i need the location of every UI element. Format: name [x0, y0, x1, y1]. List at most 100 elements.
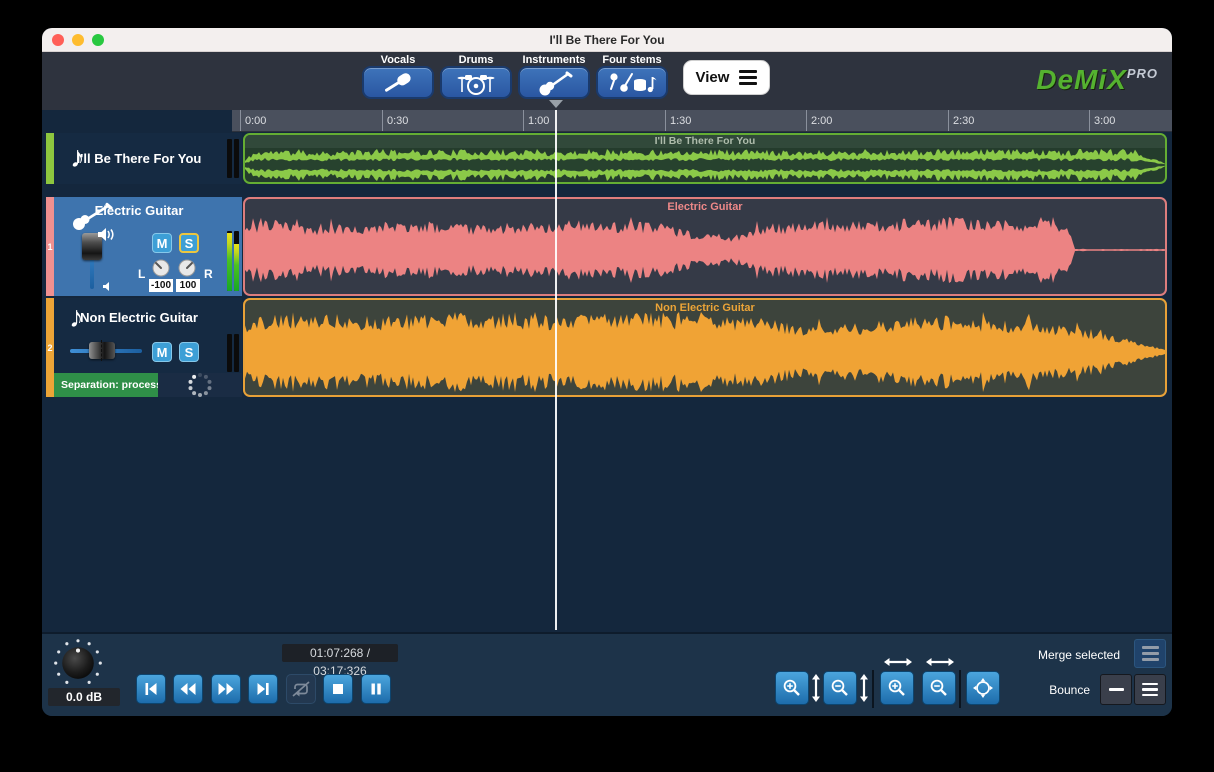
pan-right-value[interactable]: 100: [176, 279, 200, 292]
time-ruler[interactable]: 0:00 0:30 1:00 1:30 2:00 2:30 3:00: [232, 110, 1172, 132]
master-volume-knob[interactable]: [50, 638, 106, 690]
mute-button[interactable]: M: [152, 342, 172, 362]
vertical-arrows-icon: [859, 674, 869, 702]
clip-mix[interactable]: I'll Be There For You: [243, 133, 1167, 184]
skip-to-start-icon: [143, 681, 159, 697]
waveform-electric-guitar: [245, 199, 1165, 294]
view-button-label: View: [696, 69, 730, 86]
clip-electric-guitar[interactable]: Electric Guitar: [243, 197, 1167, 296]
mute-button[interactable]: M: [152, 233, 172, 253]
track-title: I'll Be There For You: [60, 151, 218, 166]
zoom-out-vertical-button[interactable]: [823, 671, 857, 705]
rewind-button[interactable]: [173, 674, 203, 704]
pan-left-label: L: [138, 267, 145, 281]
microphone-icon: [378, 70, 418, 96]
track-header-non-electric-guitar[interactable]: 2 ♪ Non Electric Guitar M S Separation: …: [46, 298, 242, 397]
playhead-line[interactable]: [555, 110, 557, 630]
ruler-tick: 0:30: [382, 110, 408, 131]
level-meter-left: [227, 334, 232, 372]
playhead-marker[interactable]: [549, 100, 563, 108]
view-button[interactable]: View: [683, 60, 770, 95]
speaker-quiet-icon: [102, 281, 115, 292]
ruler-tick: 1:00: [523, 110, 549, 131]
clip-label: I'll Be There For You: [245, 135, 1165, 148]
single-stem-icon: [1109, 688, 1124, 691]
merge-icon: [1142, 646, 1159, 649]
app-window: I'll Be There For You Vocals Drums: [42, 28, 1172, 716]
track-header-mix[interactable]: ♪ I'll Be There For You: [46, 133, 242, 184]
pause-button[interactable]: [361, 674, 391, 704]
zoom-in-icon: [782, 678, 802, 698]
four-stems-icon: [606, 70, 658, 96]
logo-text: DeMiX: [1036, 64, 1127, 95]
stem-label-four-stems: Four stems: [586, 54, 678, 66]
level-meter-right: [234, 139, 239, 178]
four-stems-button[interactable]: [596, 66, 668, 99]
timeline-workspace: 0:00 0:30 1:00 1:30 2:00 2:30 3:00 ♪ I'l…: [42, 110, 1172, 632]
spinner-icon: [186, 372, 214, 398]
level-meter-right: [234, 231, 239, 291]
fast-forward-icon: [217, 681, 235, 697]
ruler-tick: 3:00: [1089, 110, 1115, 131]
all-stems-icon: [1142, 683, 1158, 686]
speaker-loud-icon: [97, 227, 115, 242]
stop-icon: [331, 682, 345, 696]
bounce-all-button[interactable]: [1134, 674, 1166, 705]
clip-label: Non Electric Guitar: [245, 302, 1165, 314]
clip-non-electric-guitar[interactable]: Non Electric Guitar: [243, 298, 1167, 397]
slider-center-mark: [101, 340, 102, 361]
drums-button[interactable]: [440, 66, 512, 99]
loop-button[interactable]: [286, 674, 316, 704]
app-logo: DeMiXPRO: [1036, 64, 1158, 96]
instruments-button[interactable]: [518, 66, 590, 99]
volume-slider-knob[interactable]: [89, 342, 115, 359]
separation-status-panel: [158, 373, 242, 397]
pan-right-knob[interactable]: [178, 259, 196, 277]
horizontal-arrows-icon: [884, 657, 912, 667]
time-display: 01:07:268 / 03:17:326: [282, 644, 398, 662]
transport-bar: 0.0 dB 01:07:268 / 03:17:326: [42, 632, 1172, 716]
waveform-non-electric-guitar: [245, 300, 1165, 395]
bounce-single-button[interactable]: [1100, 674, 1132, 705]
track-number: 1: [46, 242, 54, 252]
vertical-arrows-icon: [811, 674, 821, 702]
fast-forward-button[interactable]: [211, 674, 241, 704]
vocals-button[interactable]: [362, 66, 434, 99]
solo-button[interactable]: S: [179, 342, 199, 362]
divider: [872, 670, 874, 708]
track-color-strip: [46, 133, 54, 184]
loop-off-icon: [291, 680, 311, 698]
toolbar: Vocals Drums Instruments: [42, 52, 1172, 110]
skip-to-end-button[interactable]: [248, 674, 278, 704]
zoom-in-icon: [887, 678, 907, 698]
logo-suffix: PRO: [1127, 66, 1158, 81]
zoom-in-horizontal-button[interactable]: [880, 671, 914, 705]
solo-button[interactable]: S: [179, 233, 199, 253]
level-meter-left: [227, 231, 232, 291]
track-number: 2: [46, 343, 54, 353]
stop-button[interactable]: [323, 674, 353, 704]
pan-left-value[interactable]: -100: [149, 279, 173, 292]
guitar-icon: [534, 70, 574, 96]
bounce-label: Bounce: [972, 683, 1090, 697]
pan-right-label: R: [204, 267, 213, 281]
window-title: I'll Be There For You: [42, 28, 1172, 52]
ruler-tick: 0:00: [240, 110, 266, 131]
merge-selected-button[interactable]: [1134, 639, 1166, 668]
skip-to-start-button[interactable]: [136, 674, 166, 704]
skip-to-end-icon: [255, 681, 271, 697]
ruler-tick: 1:30: [665, 110, 691, 131]
track-title: Electric Guitar: [60, 203, 218, 218]
pan-left-knob[interactable]: [152, 259, 170, 277]
zoom-out-horizontal-button[interactable]: [922, 671, 956, 705]
clip-label: Electric Guitar: [245, 201, 1165, 213]
divider: [959, 670, 961, 708]
separation-status-badge: Separation: processing: [54, 373, 158, 397]
track-title: Non Electric Guitar: [60, 310, 218, 325]
track-header-electric-guitar[interactable]: 1 Electric Guitar M S L: [46, 197, 242, 296]
level-meter-left: [227, 139, 232, 178]
screen: I'll Be There For You Vocals Drums: [0, 0, 1214, 772]
rewind-icon: [179, 681, 197, 697]
zoom-in-vertical-button[interactable]: [775, 671, 809, 705]
merge-selected-label: Merge selected: [972, 648, 1120, 662]
